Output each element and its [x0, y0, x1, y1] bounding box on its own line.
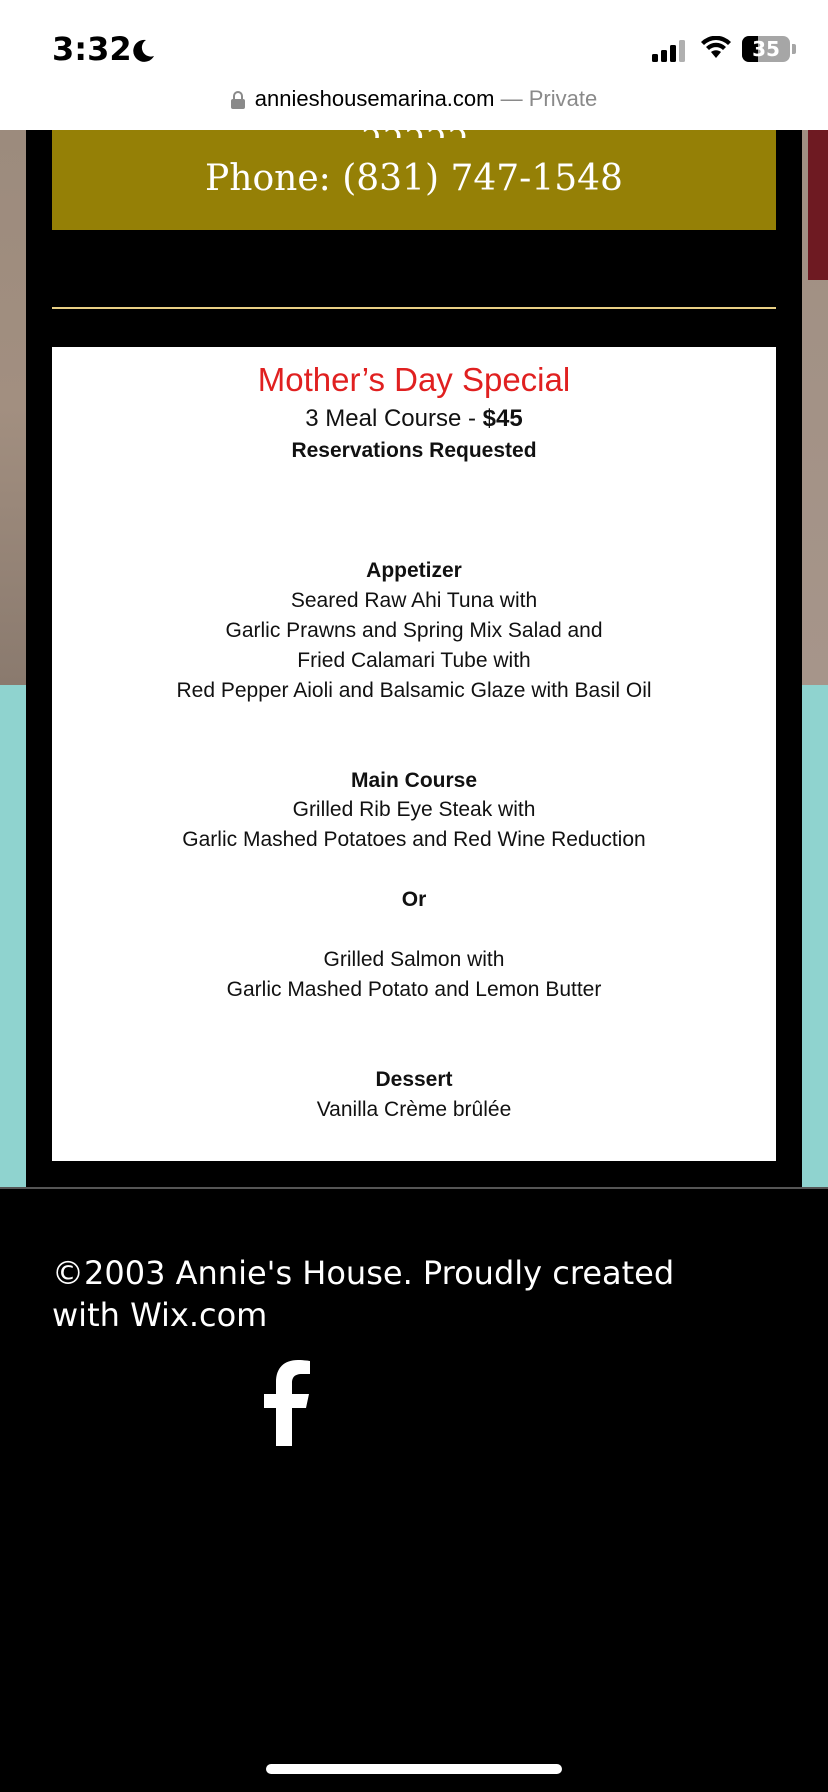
appetizer-line: Seared Raw Ahi Tuna with: [290, 589, 538, 612]
or-label: Or: [401, 888, 427, 911]
main-course-line: Garlic Mashed Potatoes and Red Wine Redu…: [182, 828, 646, 851]
footer-divider: [0, 1187, 828, 1189]
cellular-signal-icon: [652, 40, 685, 62]
main-course-line: Grilled Rib Eye Steak with: [292, 798, 536, 821]
appetizer-line: Fried Calamari Tube with: [297, 649, 531, 672]
status-bar: 3:32 35 annieshousemarina.com — Private: [0, 0, 828, 130]
home-indicator[interactable]: [266, 1764, 562, 1774]
url-domain: annieshousemarina.com: [254, 86, 495, 111]
phone-number[interactable]: Phone: (831) 747-1548: [52, 158, 776, 199]
alternative-line: Grilled Salmon with: [323, 948, 505, 971]
main-course-heading: Main Course: [350, 769, 478, 792]
menu-title: Mother’s Day Special: [257, 361, 571, 398]
url-separator: —: [494, 86, 529, 111]
private-label: Private: [528, 86, 598, 111]
teal-strip-left: [0, 685, 26, 1187]
dessert-heading: Dessert: [375, 1068, 453, 1091]
course-text: 3 Meal Course -: [305, 405, 483, 432]
address-partial: 55555: [359, 116, 469, 138]
status-time: 3:32: [52, 30, 132, 68]
teal-strip-right: [802, 685, 828, 1187]
reservations-note: Reservations Requested: [291, 439, 537, 462]
battery-level: 35: [752, 37, 780, 61]
background-photo-left: [0, 130, 26, 685]
dessert-line: Vanilla Crème brûlée: [316, 1098, 512, 1121]
lock-icon: [230, 91, 245, 110]
appetizer-heading: Appetizer: [366, 559, 462, 582]
divider-line: [52, 307, 776, 309]
alternative-line: Garlic Mashed Potato and Lemon Butter: [226, 978, 602, 1001]
course-price-line: 3 Meal Course - $45: [52, 405, 776, 433]
moon-icon: [133, 39, 154, 62]
address-bar[interactable]: annieshousemarina.com — Private: [0, 86, 828, 112]
wifi-icon: [701, 36, 731, 58]
footer-copyright: ©2003 Annie's House. Proudly created wit…: [52, 1254, 675, 1334]
facebook-icon[interactable]: [262, 1360, 312, 1446]
appetizer-line: Garlic Prawns and Spring Mix Salad and: [225, 619, 603, 642]
battery-tip: [792, 44, 796, 54]
appetizer-line: Red Pepper Aioli and Balsamic Glaze with…: [176, 679, 652, 702]
background-accent: [808, 130, 828, 280]
menu-card: Mother’s Day Special 3 Meal Course - $45…: [52, 347, 776, 1161]
battery-icon: 35: [742, 36, 790, 62]
price: $45: [482, 405, 523, 432]
